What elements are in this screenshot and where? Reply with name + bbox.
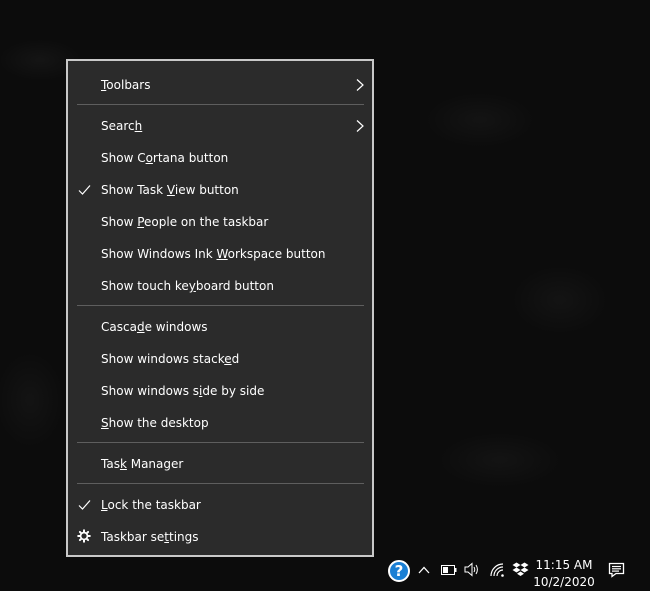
menu-item-label: Task Manager xyxy=(101,457,184,471)
speaker-icon[interactable] xyxy=(464,562,480,577)
taskbar-clock[interactable]: 11:15 AM 10/2/2020 xyxy=(528,557,600,591)
menu-item-lock-taskbar[interactable]: Lock the taskbar xyxy=(68,489,372,521)
menu-item-label: Show People on the taskbar xyxy=(101,215,269,229)
menu-item-show-desktop[interactable]: Show the desktop xyxy=(68,407,372,439)
help-icon[interactable]: ? xyxy=(388,560,410,582)
checkmark-icon xyxy=(78,185,91,195)
menu-item-label: Show windows side by side xyxy=(101,384,265,398)
taskbar-context-menu: Toolbars Search Show Cortana button Show… xyxy=(66,59,374,557)
menu-separator xyxy=(77,305,364,306)
chevron-right-icon xyxy=(356,79,364,91)
menu-item-task-manager[interactable]: Task Manager xyxy=(68,448,372,480)
menu-item-show-touch-keyboard[interactable]: Show touch keyboard button xyxy=(68,270,372,302)
menu-item-label: Show Task View button xyxy=(101,183,239,197)
menu-item-label: Toolbars xyxy=(101,78,151,92)
menu-item-label: Show touch keyboard button xyxy=(101,279,274,293)
checkmark-icon xyxy=(78,500,91,510)
menu-separator xyxy=(77,442,364,443)
chevron-right-icon xyxy=(356,120,364,132)
system-tray: ? 11:15 AM 10/2/2020 xyxy=(0,557,650,591)
menu-item-label: Cascade windows xyxy=(101,320,208,334)
clock-date: 10/2/2020 xyxy=(533,575,595,589)
chevron-up-icon[interactable] xyxy=(418,565,430,575)
menu-item-search[interactable]: Search xyxy=(68,110,372,142)
menu-item-taskbar-settings[interactable]: Taskbar settings xyxy=(68,521,372,553)
menu-item-label: Show windows stacked xyxy=(101,352,240,366)
menu-item-show-windows-stacked[interactable]: Show windows stacked xyxy=(68,343,372,375)
menu-item-label: Search xyxy=(101,119,143,133)
dropbox-icon[interactable] xyxy=(512,562,529,577)
menu-item-show-windows-side-by-side[interactable]: Show windows side by side xyxy=(68,375,372,407)
gear-icon xyxy=(77,529,91,543)
menu-item-label: Lock the taskbar xyxy=(101,498,201,512)
battery-icon[interactable] xyxy=(441,565,457,575)
menu-item-toolbars[interactable]: Toolbars xyxy=(68,69,372,101)
menu-item-label: Show Windows Ink Workspace button xyxy=(101,247,326,261)
menu-separator xyxy=(77,104,364,105)
menu-item-show-task-view-button[interactable]: Show Task View button xyxy=(68,174,372,206)
action-center-icon[interactable] xyxy=(608,562,625,578)
menu-item-label: Show the desktop xyxy=(101,416,209,430)
menu-item-show-ink-workspace[interactable]: Show Windows Ink Workspace button xyxy=(68,238,372,270)
menu-item-cascade-windows[interactable]: Cascade windows xyxy=(68,311,372,343)
menu-item-show-cortana-button[interactable]: Show Cortana button xyxy=(68,142,372,174)
clock-time: 11:15 AM xyxy=(535,558,593,572)
menu-item-label: Taskbar settings xyxy=(101,530,199,544)
menu-item-show-people[interactable]: Show People on the taskbar xyxy=(68,206,372,238)
wifi-icon[interactable] xyxy=(490,563,505,577)
menu-item-label: Show Cortana button xyxy=(101,151,229,165)
menu-separator xyxy=(77,483,364,484)
